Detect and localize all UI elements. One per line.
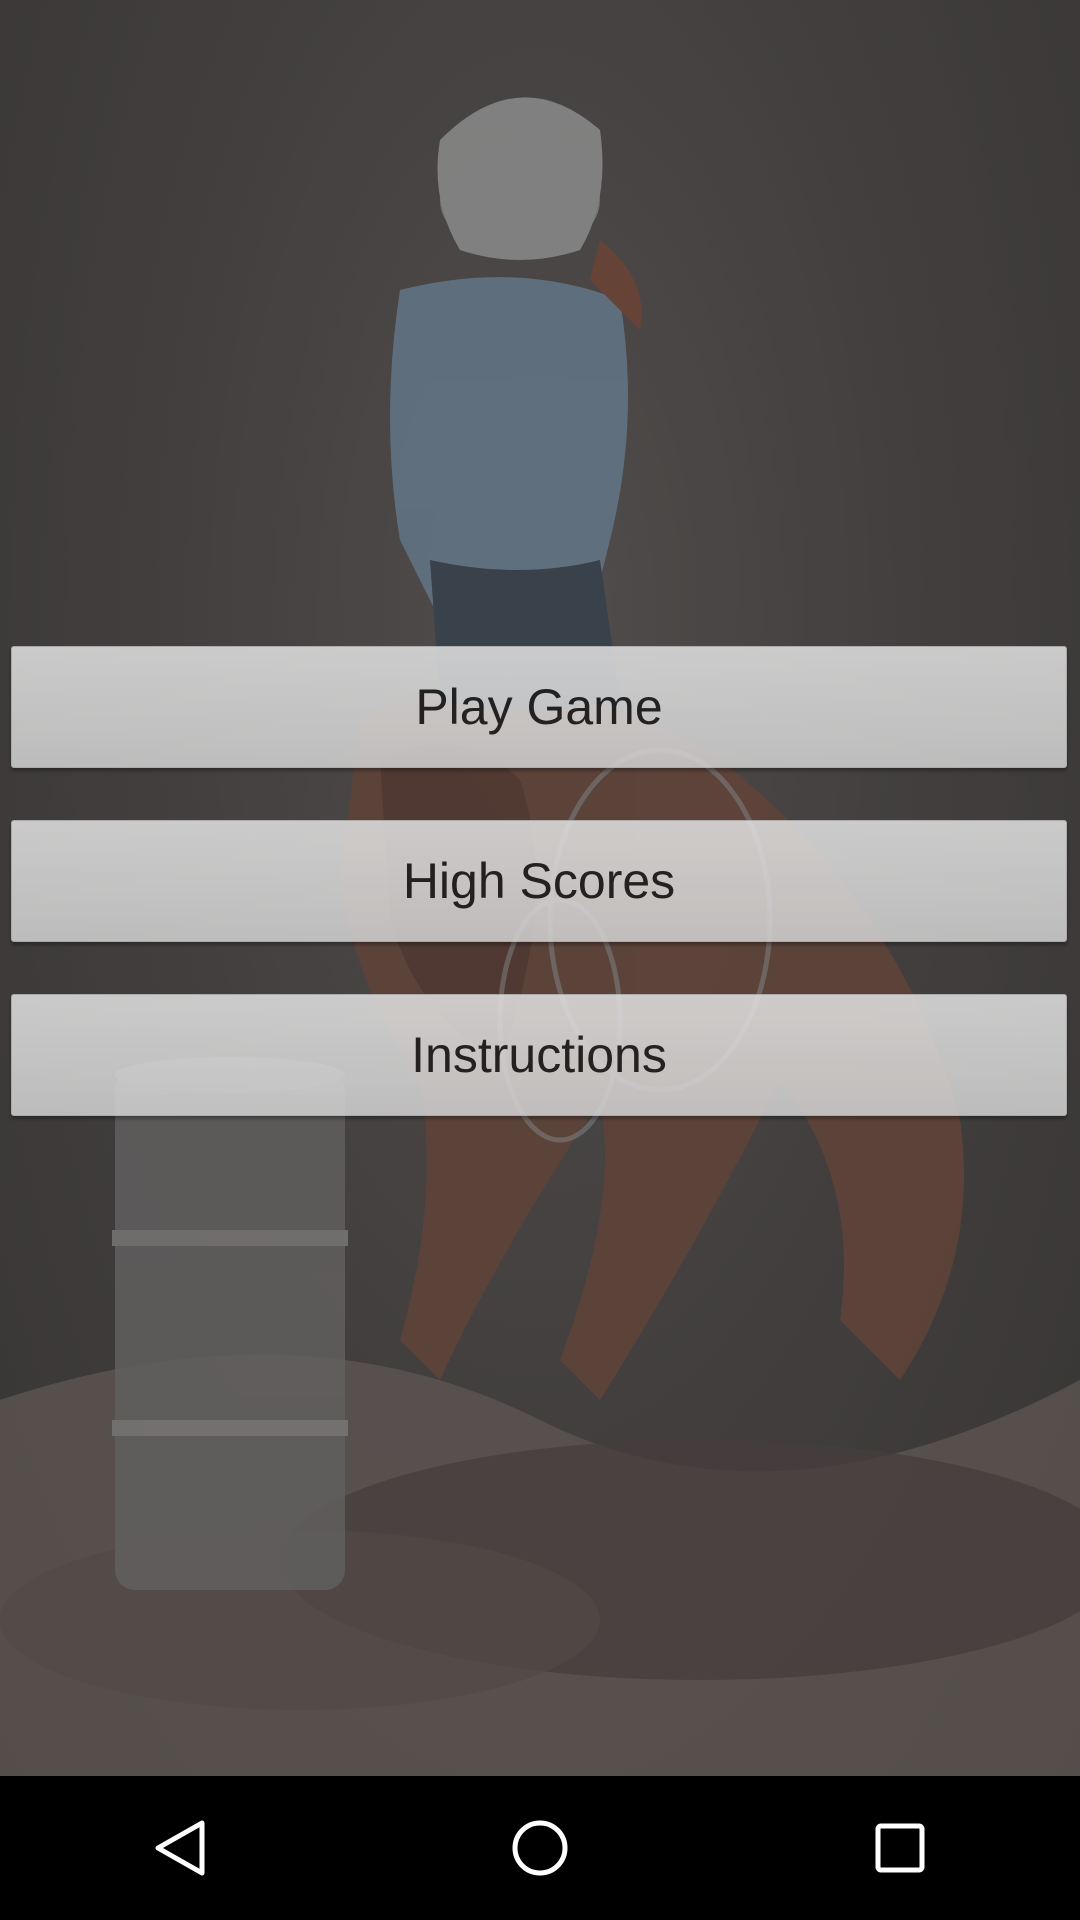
- high-scores-button[interactable]: High Scores: [11, 820, 1067, 942]
- play-game-button[interactable]: Play Game: [11, 646, 1067, 768]
- screen: Play Game High Scores Instructions: [0, 0, 1080, 1920]
- back-triangle-icon: [155, 1820, 205, 1876]
- system-navigation-bar: [0, 1776, 1080, 1920]
- instructions-button[interactable]: Instructions: [11, 994, 1067, 1116]
- main-menu-screen: Play Game High Scores Instructions: [0, 0, 1080, 1776]
- home-button[interactable]: [460, 1776, 620, 1920]
- recents-square-icon: [875, 1823, 925, 1873]
- recents-button[interactable]: [820, 1776, 980, 1920]
- back-button[interactable]: [100, 1776, 260, 1920]
- home-circle-icon: [512, 1820, 568, 1876]
